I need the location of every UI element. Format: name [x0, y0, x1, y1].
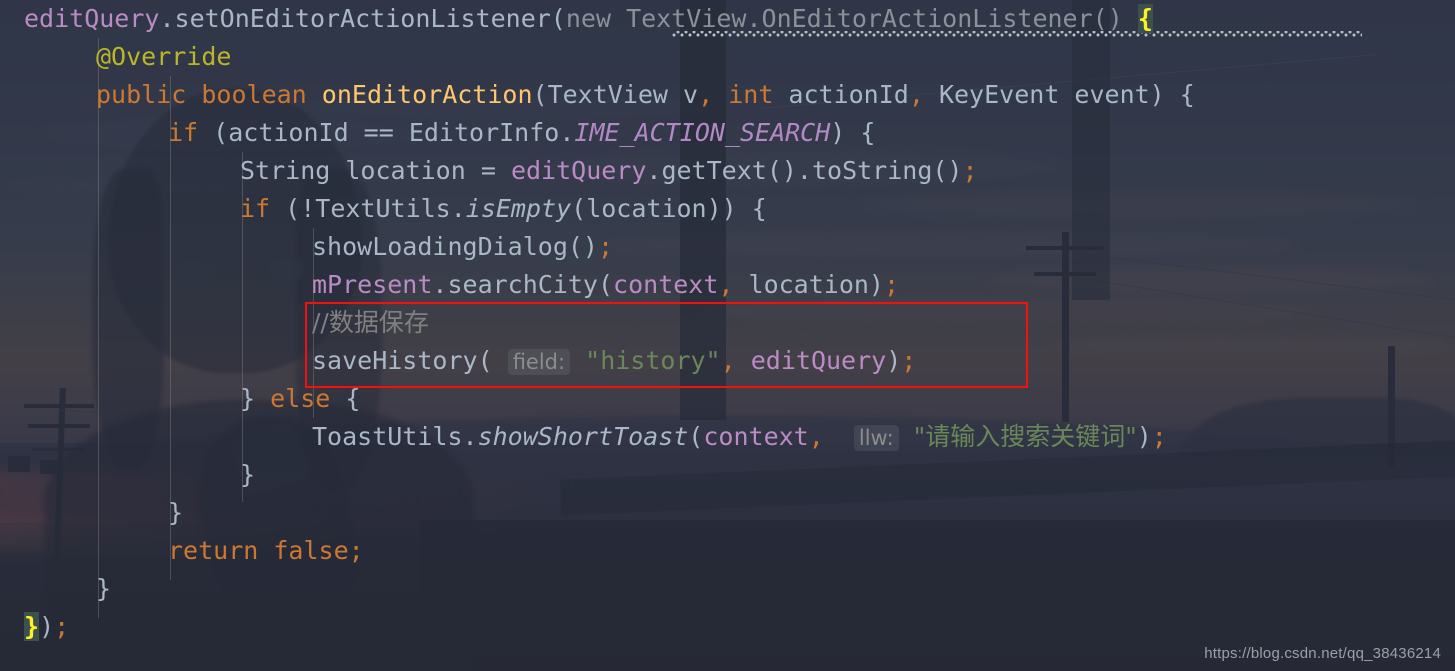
code-line[interactable]: mPresent.searchCity(context, location);: [0, 266, 1455, 304]
code-line[interactable]: }: [0, 494, 1455, 532]
token-class: ToastUtils.: [312, 422, 478, 451]
token-brace: }: [240, 384, 256, 413]
parameter-hint-badge: llw:: [853, 425, 899, 451]
code-line[interactable]: String location = editQuery.getText().to…: [0, 152, 1455, 190]
token-comma: ,: [908, 80, 924, 109]
code-line[interactable]: //数据保存: [0, 304, 1455, 342]
code-line[interactable]: });: [0, 608, 1455, 646]
token-annotation: @Override: [96, 42, 232, 71]
code-line[interactable]: if (!TextUtils.isEmpty(location)) {: [0, 190, 1455, 228]
token-keyword: public: [96, 80, 187, 109]
csdn-watermark: https://blog.csdn.net/qq_38436214: [1204, 645, 1441, 662]
token-static-method: showShortToast: [477, 422, 689, 451]
token-field: context: [703, 422, 809, 451]
token-brace: }: [240, 460, 256, 489]
code-line[interactable]: public boolean onEditorAction(TextView v…: [0, 76, 1455, 114]
token-static-method: isEmpty: [465, 194, 572, 223]
token-paren: ): [1136, 422, 1152, 451]
code-line[interactable]: ToastUtils.showShortToast(context, llw: …: [0, 418, 1455, 456]
token-brace: }: [96, 574, 112, 603]
token-paren: ): [886, 346, 902, 375]
token-call: .setOnEditorActionListener(: [159, 4, 566, 33]
token-matched-brace: {: [1137, 4, 1153, 33]
token-call: showLoadingDialog(): [312, 232, 598, 261]
token-identifier: editQuery: [24, 4, 160, 33]
code-line[interactable]: saveHistory( field: "history", editQuery…: [0, 342, 1455, 380]
token-brace: {: [330, 384, 361, 413]
token-field: context: [613, 270, 719, 299]
token-semicolon: ;: [54, 612, 70, 641]
code-line[interactable]: showLoadingDialog();: [0, 228, 1455, 266]
token-string: "请输入搜索关键词": [913, 422, 1137, 451]
token-semicolon: ;: [962, 156, 978, 185]
code-editor-screenshot: editQuery.setOnEditorActionListener(new …: [0, 0, 1455, 671]
token-keyword: return: [168, 536, 259, 565]
token-comma: ,: [698, 80, 714, 109]
code-line[interactable]: if (actionId == EditorInfo.IME_ACTION_SE…: [0, 114, 1455, 152]
token-brace: }: [168, 498, 184, 527]
token-semicolon: ;: [348, 536, 364, 565]
code-content[interactable]: editQuery.setOnEditorActionListener(new …: [0, 0, 1455, 671]
token-comma: ,: [808, 422, 824, 451]
token-param: actionId: [773, 80, 909, 109]
token-semicolon: ;: [883, 270, 900, 299]
token-params: (TextView v: [532, 80, 699, 109]
token-keyword: else: [270, 384, 331, 413]
token-comment: //数据保存: [312, 308, 429, 337]
token-comma: ,: [718, 270, 734, 299]
token-field: mPresent: [312, 270, 433, 299]
code-line[interactable]: return false;: [0, 532, 1455, 570]
token-params-tail: KeyEvent event) {: [923, 80, 1195, 109]
token-arg: location): [733, 270, 884, 299]
token-condition: (actionId == EditorInfo.: [198, 118, 575, 147]
token-semicolon: ;: [1151, 422, 1167, 451]
token-call: .searchCity(: [432, 270, 614, 299]
token-method-name: onEditorAction: [321, 80, 533, 109]
token-keyword: int: [728, 80, 774, 109]
token-comma: ,: [720, 346, 736, 375]
token-field: editQuery: [750, 346, 887, 375]
token-paren: (: [688, 422, 704, 451]
code-line[interactable]: editQuery.setOnEditorActionListener(new …: [0, 0, 1455, 38]
token-call: saveHistory(: [312, 346, 493, 375]
token-anonymous-class: new TextView.OnEditorActionListener(): [565, 4, 1123, 33]
token-semicolon: ;: [901, 346, 917, 375]
token-condition: (!TextUtils.: [270, 194, 466, 223]
code-line[interactable]: }: [0, 570, 1455, 608]
token-keyword: boolean: [201, 80, 307, 109]
token-tail: (location)) {: [571, 194, 767, 223]
token-field: editQuery: [510, 156, 647, 185]
code-line[interactable]: @Override: [0, 38, 1455, 76]
token-matched-brace: }: [24, 612, 40, 641]
code-line[interactable]: }: [0, 456, 1455, 494]
code-line[interactable]: } else {: [0, 380, 1455, 418]
token-string: "history": [585, 346, 721, 375]
token-keyword: if: [240, 194, 271, 223]
token-keyword: if: [168, 118, 199, 147]
parameter-hint-badge: field:: [507, 349, 571, 375]
token-static-field: IME_ACTION_SEARCH: [574, 118, 831, 147]
token-paren: ): [39, 612, 55, 641]
token-call-chain: .getText().toString(): [646, 156, 963, 185]
token-tail: ) {: [830, 118, 876, 147]
token-keyword: false: [273, 536, 349, 565]
token-declaration: String location =: [240, 156, 511, 185]
token-semicolon: ;: [597, 232, 614, 261]
